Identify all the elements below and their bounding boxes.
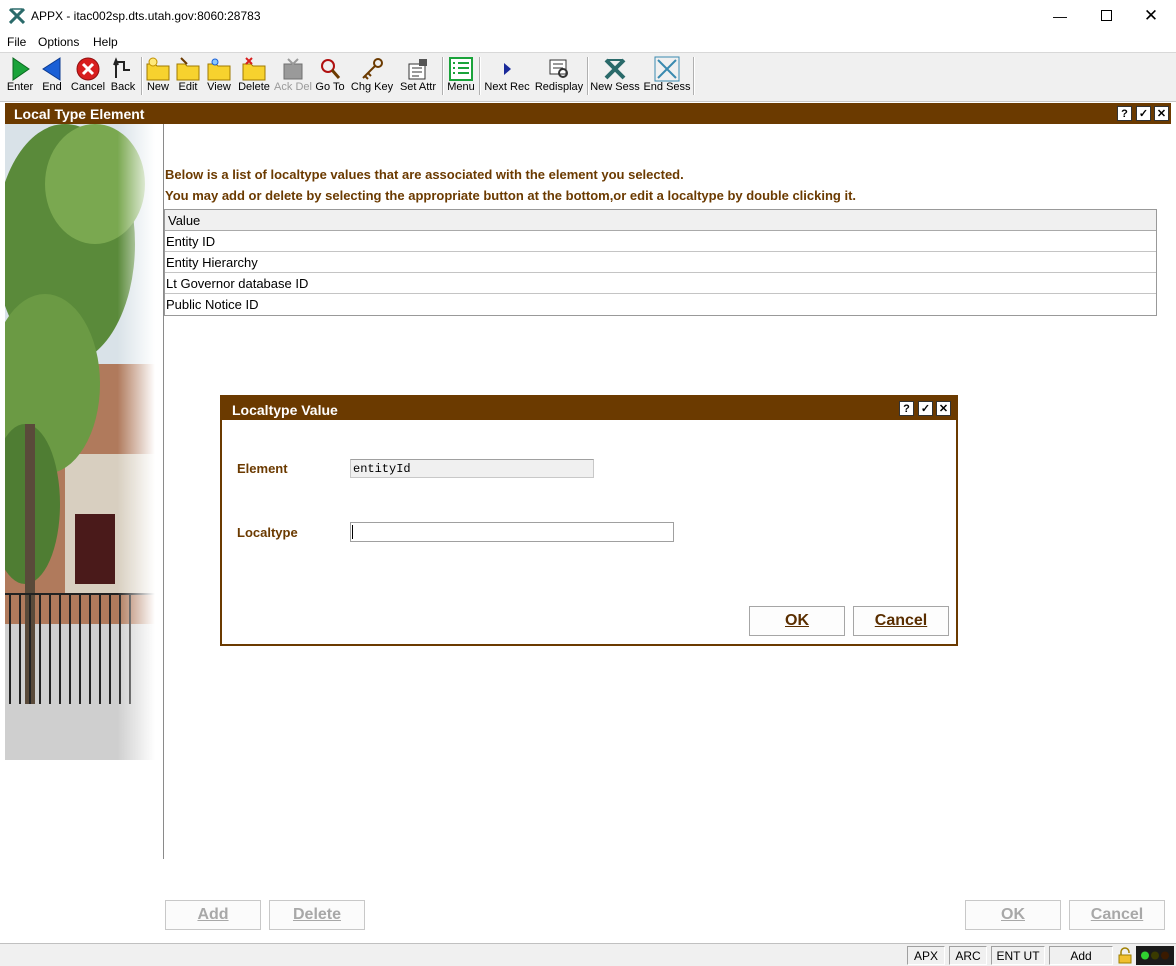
menu-file[interactable]: File — [7, 35, 26, 49]
table-row[interactable]: Lt Governor database ID — [165, 273, 1156, 294]
frame-cancel-button[interactable]: Cancel — [1069, 900, 1165, 930]
dialog-close-button[interactable]: ✕ — [936, 401, 951, 416]
table-row[interactable]: Entity Hierarchy — [165, 252, 1156, 273]
frame-title-bar — [5, 103, 1171, 124]
window-title: APPX - itac002sp.dts.utah.gov:8060:28783 — [31, 9, 261, 23]
instruction-text-1: Below is a list of localtype values that… — [165, 167, 684, 182]
delete-folder-icon — [242, 57, 266, 81]
status-apx: APX — [907, 946, 945, 965]
toolbar-chg-key-button[interactable]: Chg Key — [349, 54, 395, 98]
frame-accept-button[interactable]: ✓ — [1136, 106, 1151, 121]
close-icon: ✕ — [1143, 5, 1159, 25]
element-label: Element — [237, 461, 288, 476]
localtype-label: Localtype — [237, 525, 298, 540]
minimize-button[interactable]: — — [1037, 0, 1083, 31]
toolbar-separator — [141, 57, 143, 95]
frame-ok-button[interactable]: OK — [965, 900, 1061, 930]
view-folder-icon — [207, 58, 231, 81]
lock-icon — [1118, 947, 1132, 964]
decorative-building-photo — [5, 124, 155, 760]
toolbar-new-sess-button[interactable]: New Sess — [590, 54, 640, 98]
new-session-icon — [604, 58, 626, 80]
toolbar-goto-button[interactable]: Go To — [314, 54, 346, 98]
ack-delete-icon — [283, 58, 303, 80]
enter-icon — [12, 57, 30, 81]
next-arrow-icon — [504, 63, 511, 75]
frame-title: Local Type Element — [14, 106, 145, 122]
toolbar-end-sess-button[interactable]: End Sess — [643, 54, 691, 98]
status-arc: ARC — [949, 946, 987, 965]
toolbar-delete-button[interactable]: Delete — [236, 54, 272, 98]
help-icon: ? — [903, 402, 910, 415]
redisplay-icon — [549, 59, 568, 78]
status-ent: ENT UT — [991, 946, 1045, 965]
frame-close-button[interactable]: ✕ — [1154, 106, 1169, 121]
maximize-button[interactable] — [1083, 0, 1129, 31]
add-button[interactable]: Add — [165, 900, 261, 930]
toolbar-set-attr-button[interactable]: Set Attr — [397, 54, 439, 98]
maximize-icon — [1100, 10, 1112, 21]
dialog-help-button[interactable]: ? — [899, 401, 914, 416]
dialog-ok-button[interactable]: OK — [749, 606, 845, 636]
edit-folder-icon — [176, 57, 200, 81]
key-icon — [362, 58, 383, 80]
toolbar-separator — [479, 57, 481, 95]
element-field: entityId — [350, 459, 594, 478]
close-icon: ✕ — [938, 403, 949, 415]
check-icon: ✓ — [1138, 108, 1149, 120]
toolbar-separator — [587, 57, 589, 95]
dialog-cancel-button[interactable]: Cancel — [853, 606, 949, 636]
set-attr-icon — [408, 59, 427, 80]
delete-button[interactable]: Delete — [269, 900, 365, 930]
close-icon: ✕ — [1156, 108, 1167, 120]
column-header-value: Value — [168, 213, 201, 228]
toolbar-cancel-button[interactable]: Cancel — [69, 54, 107, 98]
localtype-value-dialog: Localtype Value ? ✓ ✕ Element entityId L… — [220, 395, 958, 646]
localtype-values-table: Value Entity ID Entity Hierarchy Lt Gove… — [164, 209, 1157, 316]
menu-options[interactable]: Options — [38, 35, 79, 49]
connection-status-lights-icon — [1136, 946, 1174, 965]
appx-logo-icon — [9, 8, 25, 24]
table-cell: Entity Hierarchy — [166, 255, 258, 270]
table-cell: Entity ID — [166, 234, 216, 249]
end-session-icon — [654, 56, 680, 82]
menu-list-icon — [449, 57, 473, 81]
toolbar-ack-del-button[interactable]: Ack Del — [274, 54, 312, 98]
toolbar-back-button[interactable]: Back — [108, 54, 138, 98]
toolbar-new-button[interactable]: New — [144, 54, 172, 98]
table-row[interactable]: Public Notice ID — [165, 294, 1156, 315]
toolbar-separator — [442, 57, 444, 95]
minimize-icon: — — [1053, 7, 1067, 24]
toolbar-enter-button[interactable]: Enter — [5, 54, 35, 98]
toolbar-view-button[interactable]: View — [205, 54, 233, 98]
table-cell: Public Notice ID — [166, 297, 259, 312]
magnifier-icon — [321, 59, 341, 79]
instruction-text-2: You may add or delete by selecting the a… — [165, 188, 857, 203]
toolbar-redisplay-button[interactable]: Redisplay — [534, 54, 584, 98]
text-caret — [352, 525, 353, 539]
table-header[interactable]: Value — [165, 210, 1156, 231]
menu-bar — [0, 31, 1176, 52]
toolbar-separator — [693, 57, 695, 95]
help-icon: ? — [1121, 107, 1128, 120]
cancel-icon — [76, 57, 100, 81]
new-folder-icon — [146, 57, 170, 81]
menu-help[interactable]: Help — [93, 35, 118, 49]
status-mode: Add — [1049, 946, 1113, 965]
toolbar-edit-button[interactable]: Edit — [174, 54, 202, 98]
toolbar-next-rec-button[interactable]: Next Rec — [483, 54, 531, 98]
end-icon — [42, 57, 61, 81]
toolbar-menu-button[interactable]: Menu — [446, 54, 476, 98]
check-icon: ✓ — [920, 403, 931, 415]
frame-help-button[interactable]: ? — [1117, 106, 1132, 121]
table-row[interactable]: Entity ID — [165, 231, 1156, 252]
dialog-title: Localtype Value — [232, 402, 338, 418]
dialog-accept-button[interactable]: ✓ — [918, 401, 933, 416]
table-cell: Lt Governor database ID — [166, 276, 309, 291]
toolbar-end-button[interactable]: End — [37, 54, 67, 98]
localtype-input[interactable] — [350, 522, 674, 542]
back-icon — [113, 57, 130, 78]
close-window-button[interactable]: ✕ — [1128, 0, 1174, 31]
